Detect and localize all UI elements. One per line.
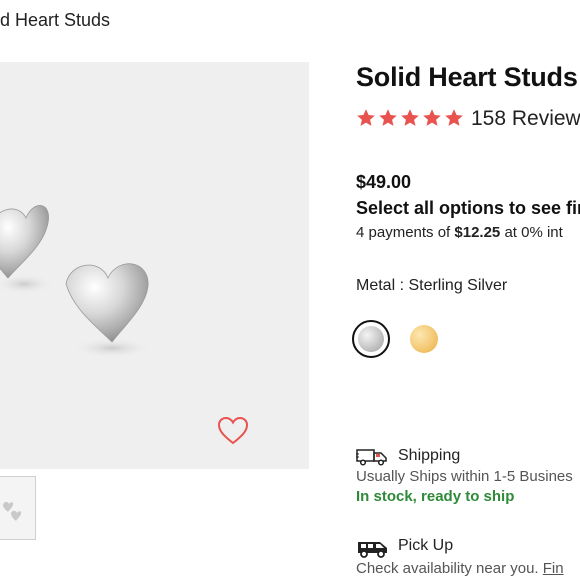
pickup-detail: Check availability near you. Fin — [356, 560, 564, 577]
product-thumbnail[interactable] — [0, 476, 36, 540]
swatch-sterling-silver[interactable] — [352, 320, 390, 358]
earrings-illustration — [0, 205, 152, 358]
pickup-title: Pick Up — [398, 537, 454, 554]
star-icon — [401, 109, 419, 126]
pickup-van-icon — [358, 542, 387, 558]
installments-info: 4 payments of $12.25 at 0% int — [356, 224, 563, 241]
rating-stars[interactable] — [356, 108, 464, 132]
shipping-title: Shipping — [398, 447, 461, 464]
star-icon — [357, 109, 375, 126]
reviews-link[interactable]: 158 Reviews — [471, 107, 580, 131]
product-main-image — [0, 62, 309, 469]
shipping-truck-icon — [356, 449, 387, 466]
swatch-gold[interactable] — [410, 325, 438, 353]
stock-status: In stock, ready to ship — [356, 488, 515, 505]
star-icon — [445, 109, 463, 126]
breadcrumb[interactable]: id Heart Studs — [0, 10, 110, 31]
product-title: Solid Heart Studs — [356, 62, 578, 92]
star-icon — [423, 109, 441, 126]
star-icon — [379, 109, 397, 126]
metal-option-label: Metal : Sterling Silver — [356, 277, 508, 294]
shipping-detail: Usually Ships within 1-5 Busines — [356, 468, 573, 485]
find-store-link[interactable]: Fin — [543, 560, 564, 577]
product-price: $49.00 — [356, 172, 412, 192]
favorite-heart-icon[interactable] — [216, 416, 250, 446]
select-options-note: Select all options to see fin — [356, 198, 580, 218]
